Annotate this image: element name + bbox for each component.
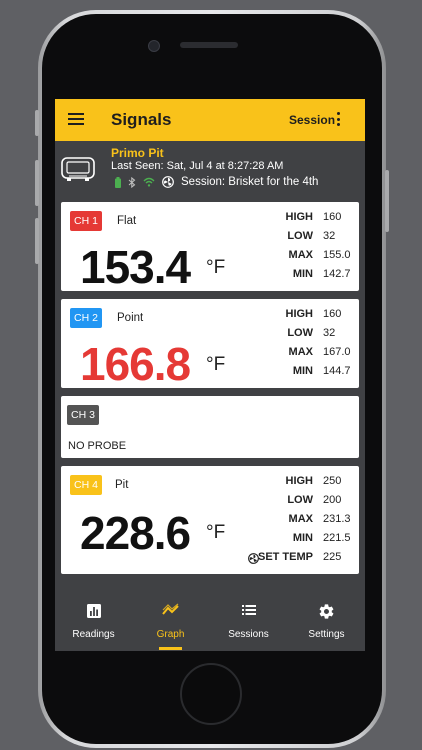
low-alarm-label: LOW (287, 327, 313, 339)
wifi-icon (143, 177, 155, 187)
min-temp-label: MIN (292, 268, 313, 280)
max-temp-value: 167.0 (323, 346, 351, 358)
low-alarm-label: LOW (287, 494, 313, 506)
max-temp-label: MAX (288, 346, 313, 358)
high-alarm-value: 160 (323, 211, 342, 223)
current-temperature: 166.8 (80, 338, 191, 390)
low-alarm-value: 200 (323, 494, 342, 506)
min-temp-label: MIN (292, 365, 313, 377)
current-temperature: 228.6 (80, 507, 191, 559)
high-alarm-value: 250 (323, 475, 342, 487)
channel-badge: CH 4 (70, 475, 102, 495)
temperature-unit: °F (206, 354, 226, 375)
min-temp-label: MIN (292, 532, 313, 544)
app-bar: Signals Session (55, 99, 365, 141)
last-seen-text: Last Seen: Sat, Jul 4 at 8:27:28 AM (111, 160, 284, 172)
active-tab-indicator (159, 647, 182, 650)
min-temp-value: 144.7 (323, 365, 351, 377)
fan-icon (162, 176, 174, 188)
set-temp-label: SET TEMP (257, 551, 313, 563)
more-vertical-icon[interactable] (337, 112, 341, 128)
nav-settings[interactable]: Settings (288, 596, 365, 651)
nav-sessions[interactable]: Sessions (210, 596, 287, 651)
channel-badge: CH 2 (70, 308, 102, 328)
max-temp-value: 231.3 (323, 513, 351, 525)
set-temp-value[interactable]: 225 (323, 551, 341, 563)
probe-name: Flat (117, 215, 137, 227)
channel-card-3[interactable]: CH 3 NO PROBE (61, 396, 359, 458)
nav-readings[interactable]: Readings (55, 596, 132, 651)
mute-switch (35, 110, 39, 136)
min-temp-value: 142.7 (323, 268, 351, 280)
max-temp-value: 155.0 (323, 249, 351, 261)
gear-icon (319, 604, 334, 619)
volume-down-button (35, 218, 39, 264)
device-name: Primo Pit (111, 146, 164, 160)
min-temp-value: 221.5 (323, 532, 351, 544)
power-button (385, 170, 389, 232)
channel-card-2[interactable]: CH 2 Point 166.8 °F HIGH 160 LOW 32 MAX … (61, 299, 359, 390)
high-alarm-label: HIGH (285, 308, 314, 320)
list-icon (241, 605, 256, 615)
high-alarm-label: HIGH (285, 475, 314, 487)
nav-label: Settings (308, 629, 345, 640)
channel-card-4[interactable]: CH 4 Pit 228.6 °F HIGH 250 LOW 200 MAX 2… (61, 466, 359, 574)
channel-card-1[interactable]: CH 1 Flat 153.4 °F HIGH 160 LOW 32 MAX 1… (61, 202, 359, 293)
line-graph-icon (161, 603, 179, 615)
nav-label: Graph (156, 629, 185, 640)
channel-badge: CH 1 (70, 211, 102, 231)
low-alarm-value: 32 (323, 327, 336, 339)
device-status-row: Session: Brisket for the 4th (115, 174, 318, 190)
front-camera (148, 40, 160, 52)
max-temp-label: MAX (288, 249, 313, 261)
bottom-navigation: Readings Graph Sessions Settings (55, 596, 365, 651)
temperature-unit: °F (206, 257, 226, 278)
probe-name: Point (117, 312, 144, 324)
channel-badge: CH 3 (67, 405, 99, 425)
volume-up-button (35, 160, 39, 206)
temperature-unit: °F (206, 522, 226, 543)
earpiece-speaker (180, 42, 238, 48)
app-title: Signals (111, 110, 172, 129)
app-screen: Signals Session Primo Pit Last Seen: Sat… (55, 99, 365, 651)
thermometer-device-icon (61, 157, 95, 181)
hamburger-menu-icon[interactable] (68, 113, 84, 125)
high-alarm-label: HIGH (285, 211, 314, 223)
nav-label: Readings (72, 629, 115, 640)
low-alarm-label: LOW (287, 230, 313, 242)
nav-label: Sessions (228, 629, 269, 640)
low-alarm-value: 32 (323, 230, 336, 242)
device-header[interactable]: Primo Pit Last Seen: Sat, Jul 4 at 8:27:… (55, 141, 365, 197)
current-temperature: 153.4 (80, 241, 191, 293)
max-temp-label: MAX (288, 513, 313, 525)
bar-chart-icon (86, 604, 101, 618)
probe-name: Pit (115, 479, 129, 491)
battery-icon (115, 176, 121, 188)
bluetooth-icon (128, 176, 136, 188)
session-button[interactable]: Session (289, 113, 335, 127)
home-button[interactable] (180, 663, 242, 725)
nav-graph[interactable]: Graph (132, 596, 209, 651)
no-probe-status: NO PROBE (68, 440, 127, 452)
session-name-text: Session: Brisket for the 4th (181, 176, 319, 188)
high-alarm-value: 160 (323, 308, 342, 320)
